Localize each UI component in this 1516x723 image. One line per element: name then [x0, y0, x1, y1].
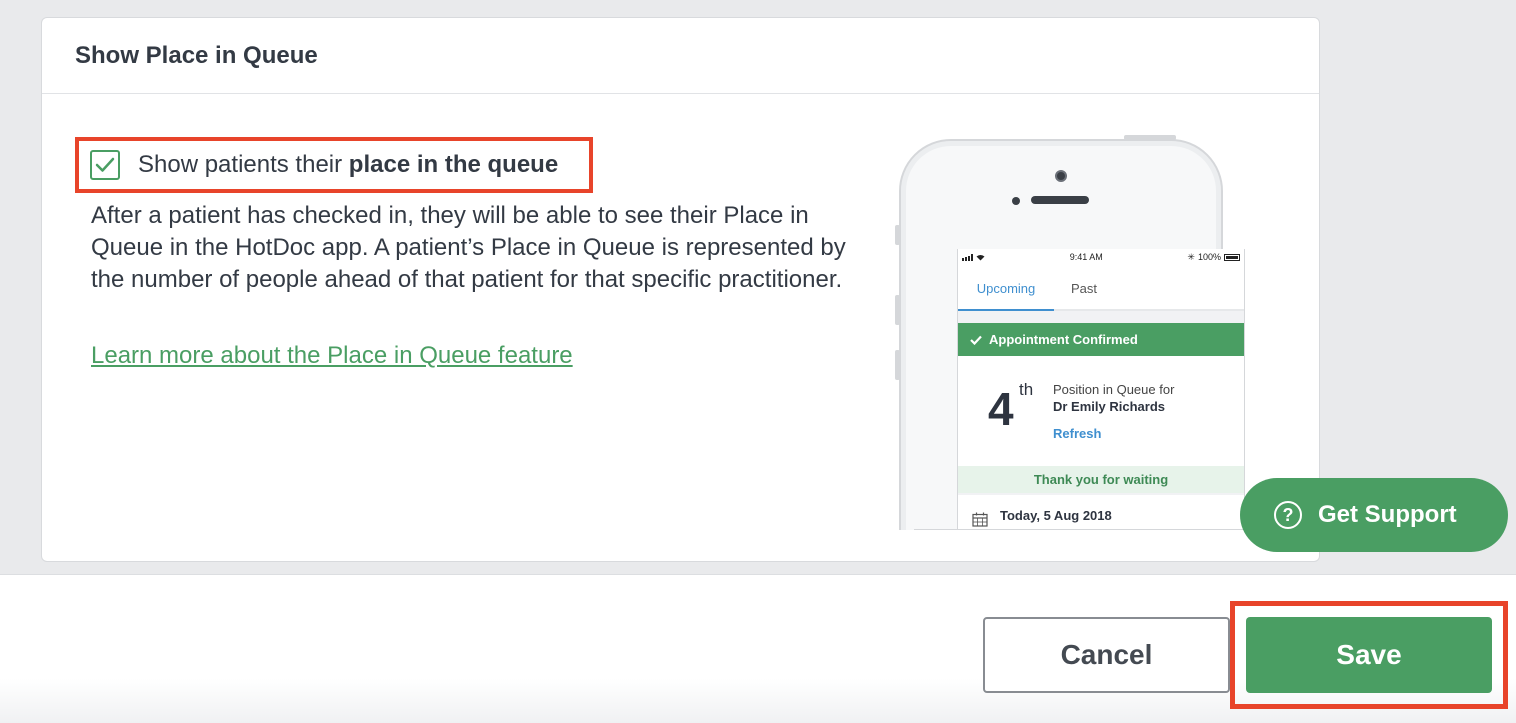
- check-icon: [970, 335, 982, 345]
- phone-crop-line: [914, 529, 1253, 530]
- phone-screen: 9:41 AM ✳ 100% Upcoming Past Appointment…: [957, 249, 1245, 530]
- wifi-icon: [976, 254, 985, 260]
- calendar-icon: [972, 512, 988, 527]
- status-left: [962, 253, 985, 261]
- appointment-date-row: Today, 5 Aug 2018: [958, 495, 1244, 530]
- sensor-icon: [1012, 197, 1020, 205]
- status-right: ✳ 100%: [1187, 252, 1240, 263]
- phone-power-button: [1124, 135, 1176, 140]
- phone-volume-up: [895, 295, 900, 325]
- learn-more-link[interactable]: Learn more about the Place in Queue feat…: [91, 342, 573, 370]
- option-label-prefix: Show patients their: [138, 151, 349, 178]
- thanks-banner: Thank you for waiting: [958, 466, 1244, 493]
- status-time: 9:41 AM: [1069, 252, 1103, 262]
- bluetooth-icon: ✳: [1187, 251, 1195, 262]
- doctor-name: Dr Emily Richards: [1053, 399, 1165, 414]
- place-in-queue-checkbox[interactable]: [90, 150, 120, 180]
- save-button[interactable]: Save: [1246, 617, 1492, 693]
- refresh-link[interactable]: Refresh: [1053, 426, 1101, 441]
- queue-number: 4: [988, 383, 1014, 435]
- queue-position-card: 4 th Position in Queue for Dr Emily Rich…: [958, 356, 1244, 466]
- phone-mute-switch: [895, 225, 900, 245]
- speaker-icon: [1031, 196, 1089, 204]
- option-label[interactable]: Show patients their place in the queue: [138, 151, 558, 179]
- question-circle-icon: ?: [1274, 501, 1302, 529]
- camera-icon: [1055, 170, 1067, 182]
- tab-past[interactable]: Past: [1054, 265, 1114, 309]
- place-in-queue-option[interactable]: Show patients their place in the queue: [75, 137, 593, 193]
- get-support-button[interactable]: ? Get Support: [1240, 478, 1508, 552]
- place-in-queue-card: Show Place in Queue Show patients their …: [41, 17, 1320, 562]
- get-support-label: Get Support: [1318, 501, 1457, 528]
- appointment-date: Today, 5 Aug 2018: [1000, 507, 1112, 523]
- appointment-tabs: Upcoming Past: [958, 265, 1244, 311]
- signal-icon: [962, 253, 973, 261]
- phone-volume-down: [895, 350, 900, 380]
- option-description: After a patient has checked in, they wil…: [91, 202, 846, 293]
- appointment-confirmed-banner: Appointment Confirmed: [958, 323, 1244, 356]
- battery-icon: [1223, 253, 1240, 261]
- confirmed-text: Appointment Confirmed: [989, 332, 1138, 347]
- phone-preview: 9:41 AM ✳ 100% Upcoming Past Appointment…: [873, 135, 1253, 530]
- position-label: Position in Queue for: [1053, 382, 1175, 397]
- status-bar: 9:41 AM ✳ 100%: [958, 249, 1244, 265]
- checkmark-icon: [95, 157, 115, 172]
- queue-number-suffix: th: [1019, 380, 1034, 399]
- card-title: Show Place in Queue: [42, 18, 1319, 94]
- tab-upcoming[interactable]: Upcoming: [958, 265, 1054, 311]
- option-label-bold: place in the queue: [348, 151, 559, 178]
- battery-percent: 100%: [1197, 252, 1221, 262]
- cancel-button[interactable]: Cancel: [983, 617, 1230, 693]
